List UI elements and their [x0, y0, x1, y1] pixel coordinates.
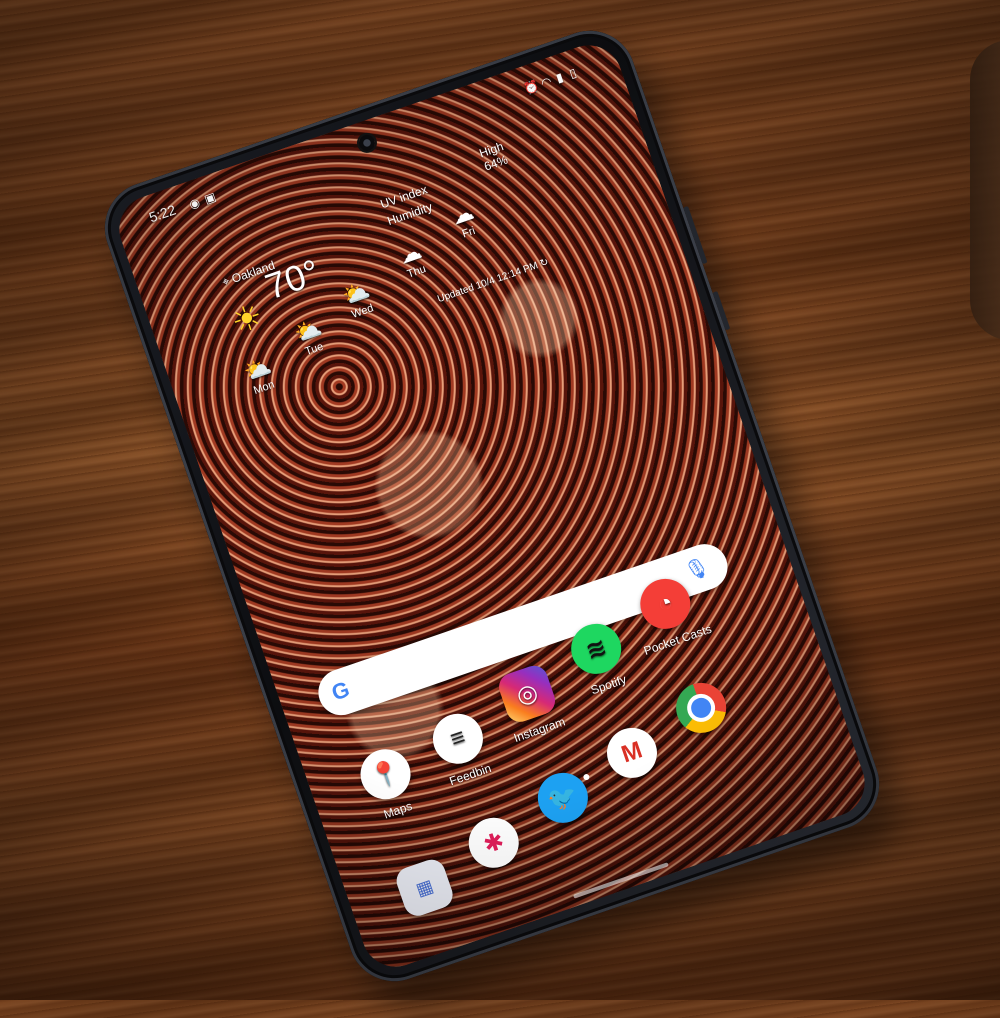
forecast-fri: ☁ Fri	[435, 194, 495, 246]
forecast-tue: ⛅ Tue	[280, 311, 340, 363]
uv-humidity: UV index Humidity	[378, 182, 435, 229]
location-icon: ◉	[187, 195, 202, 212]
forecast-wed: ⛅ Wed	[329, 273, 389, 325]
alarm-icon: ⏰	[521, 78, 541, 97]
wifi-icon: ◠	[539, 73, 554, 91]
refresh-icon[interactable]: ↻	[539, 257, 551, 270]
sunny-icon: ☀	[226, 296, 268, 343]
signal-icon: ▮	[554, 69, 565, 86]
forecast-thu: ☁ Thu	[383, 233, 443, 285]
home-screen: 5:22 ◉ ▣ ⏰ ◠ ▮ ▯ ⌖ Oakland 70° ☀ High 64…	[110, 36, 874, 976]
high-humidity: High 64%	[477, 139, 510, 174]
forecast-mon: ⛅ Mon	[230, 349, 290, 401]
coffee-mug	[970, 40, 1000, 340]
status-time: 5:22	[146, 201, 178, 226]
updated-time: Updated 10/4 12:14 PM ↻	[436, 256, 551, 306]
notification-icon: ▣	[202, 189, 218, 207]
battery-icon: ▯	[567, 65, 579, 81]
smartphone: 5:22 ◉ ▣ ⏰ ◠ ▮ ▯ ⌖ Oakland 70° ☀ High 64…	[92, 18, 892, 994]
google-logo: G	[328, 676, 353, 706]
